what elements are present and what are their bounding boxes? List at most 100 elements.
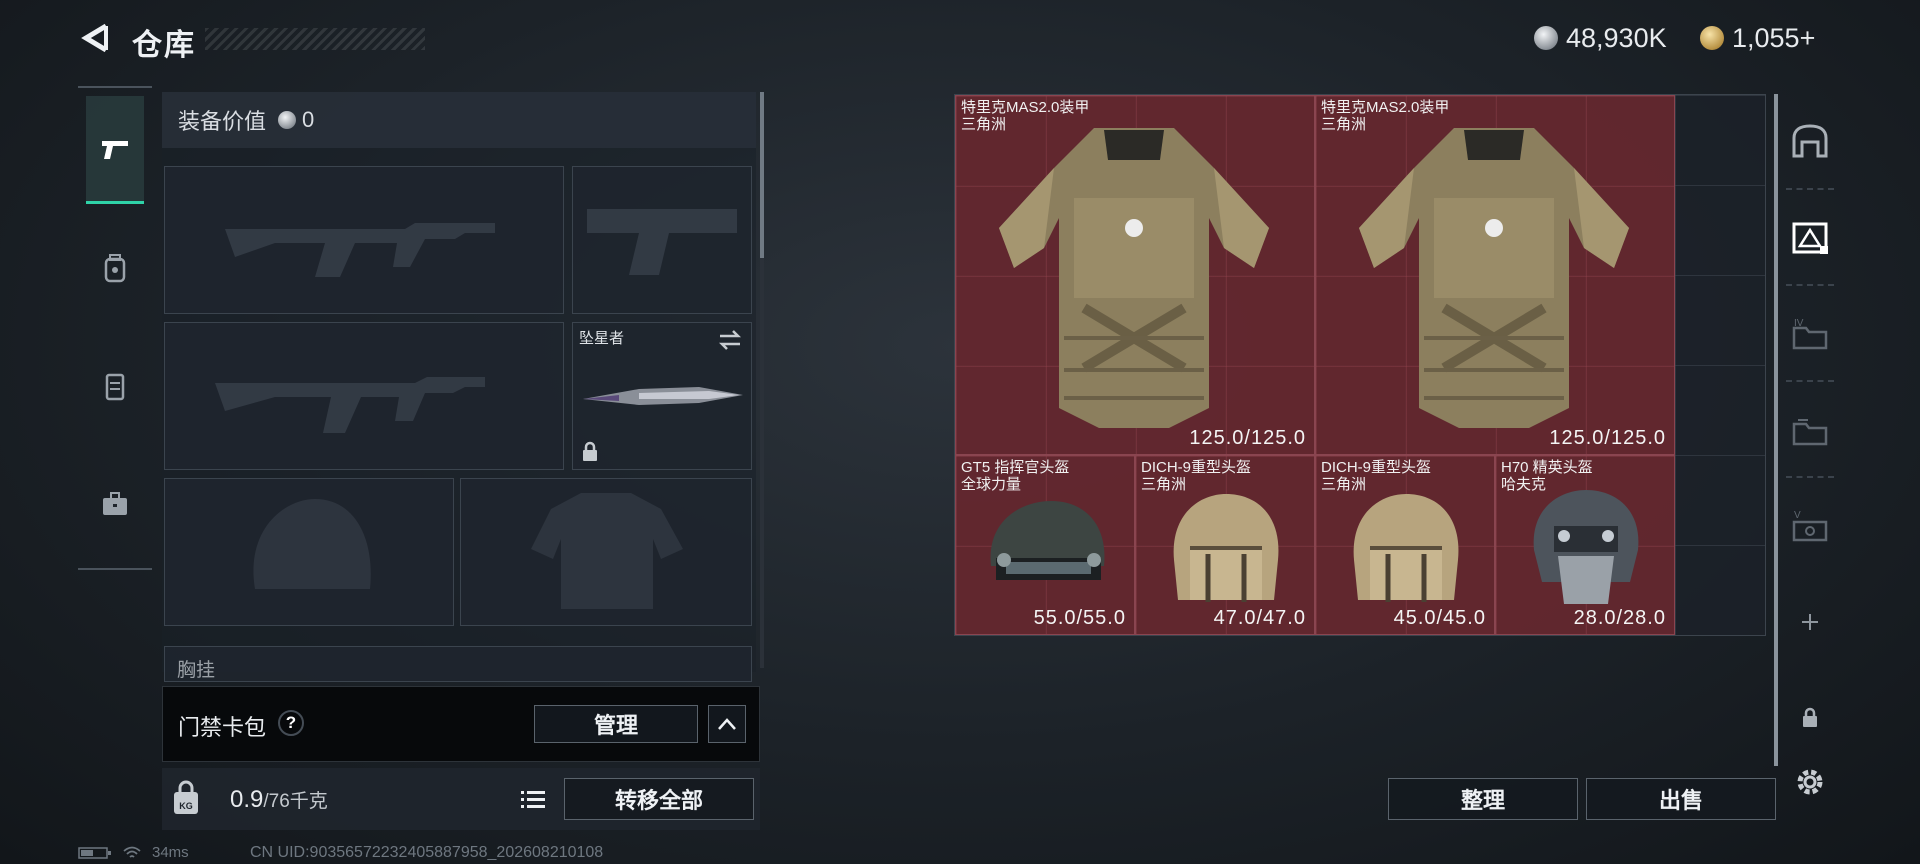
back-arrow-icon <box>81 23 108 53</box>
warehouse-icon <box>1792 124 1828 158</box>
equipment-value-header: 装备价值 0 <box>162 92 756 148</box>
item-durability: 125.0/125.0 <box>1549 427 1666 449</box>
storage-tab-all[interactable] <box>1786 214 1834 262</box>
item-name: 特里克MAS2.0装甲 三角洲 <box>1321 99 1450 133</box>
chevron-up-icon <box>718 718 736 730</box>
primary-weapon-slot-2[interactable] <box>164 322 564 470</box>
chest-rig-slot[interactable]: 胸挂 <box>164 646 752 682</box>
helmet-icon <box>1353 494 1459 602</box>
transfer-all-button[interactable]: 转移全部 <box>564 778 754 820</box>
rifle-silhouette-icon <box>215 377 485 433</box>
tab-case[interactable] <box>86 450 144 558</box>
silver-currency: 48,930K <box>1534 20 1667 56</box>
primary-weapon-slot-1[interactable] <box>164 166 564 314</box>
storage-item-armor[interactable]: 特里克MAS2.0装甲 三角洲 125.0/125.0 <box>955 95 1315 455</box>
storage-scrollbar[interactable] <box>1774 94 1778 766</box>
plus-icon <box>1802 614 1818 630</box>
sort-button[interactable]: 整理 <box>1388 778 1578 820</box>
svg-text:V: V <box>1794 510 1801 521</box>
chest-rig-label: 胸挂 <box>177 660 216 681</box>
equipment-value: 0 <box>302 107 315 132</box>
weight-kg-icon: KG <box>174 780 198 814</box>
melee-name: 坠星者 <box>579 330 625 347</box>
vest-icon <box>105 373 125 401</box>
tab-backpack[interactable] <box>86 214 144 322</box>
manage-button[interactable]: 管理 <box>534 705 698 743</box>
storage-lock-button[interactable] <box>1786 694 1834 742</box>
gold-currency[interactable]: 1,055+ <box>1700 20 1815 56</box>
swap-icon[interactable] <box>717 329 743 351</box>
weight-readout: 0.9/76千克 <box>230 786 328 814</box>
storage-item-helmet[interactable]: DICH-9重型头盔 三角洲 45.0/45.0 <box>1315 455 1495 635</box>
item-name: DICH-9重型头盔 三角洲 <box>1321 459 1432 493</box>
storage-item-armor[interactable]: 特里克MAS2.0装甲 三角洲 125.0/125.0 <box>1315 95 1675 455</box>
gold-coin-icon <box>1700 26 1724 50</box>
uid-text: CN UID:9035657223240588​7958_20260821010… <box>250 844 604 861</box>
item-durability: 28.0/28.0 <box>1573 607 1666 629</box>
helmet-slot[interactable] <box>164 478 454 626</box>
category-tabs <box>78 86 152 570</box>
tab-weapons[interactable] <box>86 96 144 204</box>
folder-v-icon: V <box>1792 510 1828 542</box>
armor-slot[interactable] <box>460 478 752 626</box>
add-storage-button[interactable] <box>1786 598 1834 646</box>
svg-text:KG: KG <box>179 801 193 811</box>
collapse-button[interactable] <box>708 705 746 743</box>
help-icon[interactable]: ? <box>278 710 304 736</box>
pistol-silhouette-icon <box>587 209 737 275</box>
pistol-slot[interactable] <box>572 166 752 314</box>
storage-item-helmet[interactable]: H70 精英头盔 哈夫克 28.0/28.0 <box>1495 455 1675 635</box>
settings-button[interactable] <box>1786 758 1834 806</box>
backpack-icon <box>104 254 126 283</box>
status-bar: 34ms <box>78 844 189 861</box>
folder-iv-icon: IV <box>1792 318 1828 350</box>
equipment-value-label: 装备价值 <box>178 109 267 134</box>
ping-value: 34ms <box>152 844 189 861</box>
gear-icon <box>1797 769 1823 795</box>
storage-grid: 特里克MAS2.0装甲 三角洲 125.0/125.0 特里克MAS2.0装甲 … <box>954 94 1766 636</box>
lock-icon <box>583 441 597 461</box>
storage-tab-4[interactable]: IV <box>1786 310 1834 358</box>
item-durability: 125.0/125.0 <box>1189 427 1306 449</box>
rifle-silhouette-icon <box>225 223 495 277</box>
tab-vest[interactable] <box>86 332 144 440</box>
body-armor-icon <box>1359 128 1629 428</box>
battery-icon <box>78 846 111 859</box>
lock-icon <box>1803 707 1817 727</box>
title-decoration <box>205 28 425 50</box>
item-durability: 55.0/55.0 <box>1033 607 1126 629</box>
helmet-icon <box>1533 490 1639 604</box>
storage-item-helmet[interactable]: GT5 指挥官头盔 全球力量 55.0/55.0 <box>955 455 1135 635</box>
equipment-scroll-thumb[interactable] <box>760 92 764 258</box>
list-view-button[interactable] <box>514 780 552 818</box>
body-armor-icon <box>999 128 1269 428</box>
briefcase-icon <box>103 492 127 515</box>
storage-tab-5[interactable]: V <box>1786 502 1834 550</box>
storage-tab-3[interactable] <box>1786 406 1834 454</box>
item-name: 特里克MAS2.0装甲 三角洲 <box>961 99 1090 133</box>
storage-item-helmet[interactable]: DICH-9重型头盔 三角洲 47.0/47.0 <box>1135 455 1315 635</box>
melee-slot[interactable]: 坠星者 <box>572 322 752 470</box>
svg-text:IV: IV <box>1794 318 1804 329</box>
weight-current: 0.9 <box>230 786 264 813</box>
page-title: 仓库 <box>132 29 196 62</box>
gold-amount: 1,055+ <box>1732 22 1816 53</box>
helmet-silhouette-icon <box>253 499 371 589</box>
back-button[interactable] <box>78 20 114 56</box>
item-name: GT5 指挥官头盔 全球力量 <box>961 459 1070 493</box>
wifi-icon <box>123 846 141 858</box>
weight-capacity: /76千克 <box>263 791 328 812</box>
item-durability: 45.0/45.0 <box>1393 607 1486 629</box>
item-durability: 47.0/47.0 <box>1213 607 1306 629</box>
pistol-icon <box>102 140 128 159</box>
helmet-icon <box>1173 494 1279 602</box>
armor-silhouette-icon <box>531 493 683 609</box>
item-name: H70 精英头盔 哈夫克 <box>1501 459 1593 493</box>
sell-button[interactable]: 出售 <box>1586 778 1776 820</box>
keycard-label: 门禁卡包 <box>178 715 267 740</box>
silver-amount: 48,930K <box>1566 22 1667 53</box>
folder-icon <box>1792 419 1828 446</box>
helmet-icon <box>990 501 1105 580</box>
list-icon <box>521 791 545 808</box>
storage-tab-warehouse[interactable] <box>1786 118 1834 166</box>
